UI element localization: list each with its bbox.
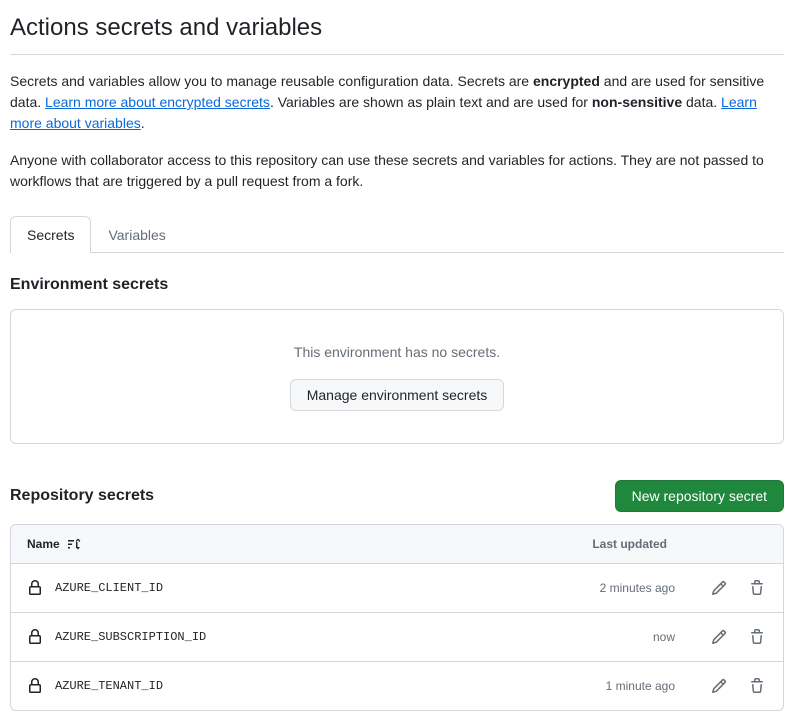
- delete-secret-button[interactable]: [747, 627, 767, 647]
- sort-icon: [66, 536, 82, 552]
- table-row: AZURE_TENANT_ID 1 minute ago: [11, 662, 783, 710]
- tab-secrets[interactable]: Secrets: [10, 216, 91, 253]
- edit-secret-button[interactable]: [709, 627, 729, 647]
- trash-icon: [749, 580, 765, 596]
- table-row: AZURE_SUBSCRIPTION_ID now: [11, 613, 783, 662]
- pencil-icon: [711, 678, 727, 694]
- page-description-2: Anyone with collaborator access to this …: [10, 150, 784, 192]
- delete-secret-button[interactable]: [747, 578, 767, 598]
- secret-name: AZURE_SUBSCRIPTION_ID: [55, 628, 206, 646]
- lock-icon: [27, 580, 43, 596]
- lock-icon: [27, 629, 43, 645]
- secret-name: AZURE_CLIENT_ID: [55, 579, 163, 597]
- table-row: AZURE_CLIENT_ID 2 minutes ago: [11, 564, 783, 613]
- tab-variables[interactable]: Variables: [91, 216, 182, 253]
- column-updated-header: Last updated: [592, 535, 667, 553]
- pencil-icon: [711, 629, 727, 645]
- table-header: Name Last updated: [11, 525, 783, 564]
- repository-secrets-table: Name Last updated AZURE_CLIENT_ID 2 minu…: [10, 524, 784, 711]
- secret-updated: now: [555, 628, 675, 646]
- environment-secrets-empty: This environment has no secrets. Manage …: [10, 309, 784, 444]
- secret-updated: 1 minute ago: [555, 677, 675, 695]
- tab-nav: Secrets Variables: [10, 216, 784, 253]
- delete-secret-button[interactable]: [747, 676, 767, 696]
- page-title: Actions secrets and variables: [10, 10, 784, 55]
- trash-icon: [749, 678, 765, 694]
- edit-secret-button[interactable]: [709, 676, 729, 696]
- edit-secret-button[interactable]: [709, 578, 729, 598]
- trash-icon: [749, 629, 765, 645]
- new-repository-secret-button[interactable]: New repository secret: [615, 480, 784, 512]
- secret-updated: 2 minutes ago: [555, 579, 675, 597]
- repository-secrets-heading: Repository secrets: [10, 484, 154, 508]
- environment-secrets-heading: Environment secrets: [10, 273, 784, 297]
- page-description-1: Secrets and variables allow you to manag…: [10, 71, 784, 134]
- environment-empty-text: This environment has no secrets.: [43, 342, 751, 363]
- learn-more-secrets-link[interactable]: Learn more about encrypted secrets: [45, 94, 270, 110]
- secret-name: AZURE_TENANT_ID: [55, 677, 163, 695]
- lock-icon: [27, 678, 43, 694]
- pencil-icon: [711, 580, 727, 596]
- manage-environment-secrets-button[interactable]: Manage environment secrets: [290, 379, 505, 411]
- column-name-header[interactable]: Name: [27, 535, 82, 553]
